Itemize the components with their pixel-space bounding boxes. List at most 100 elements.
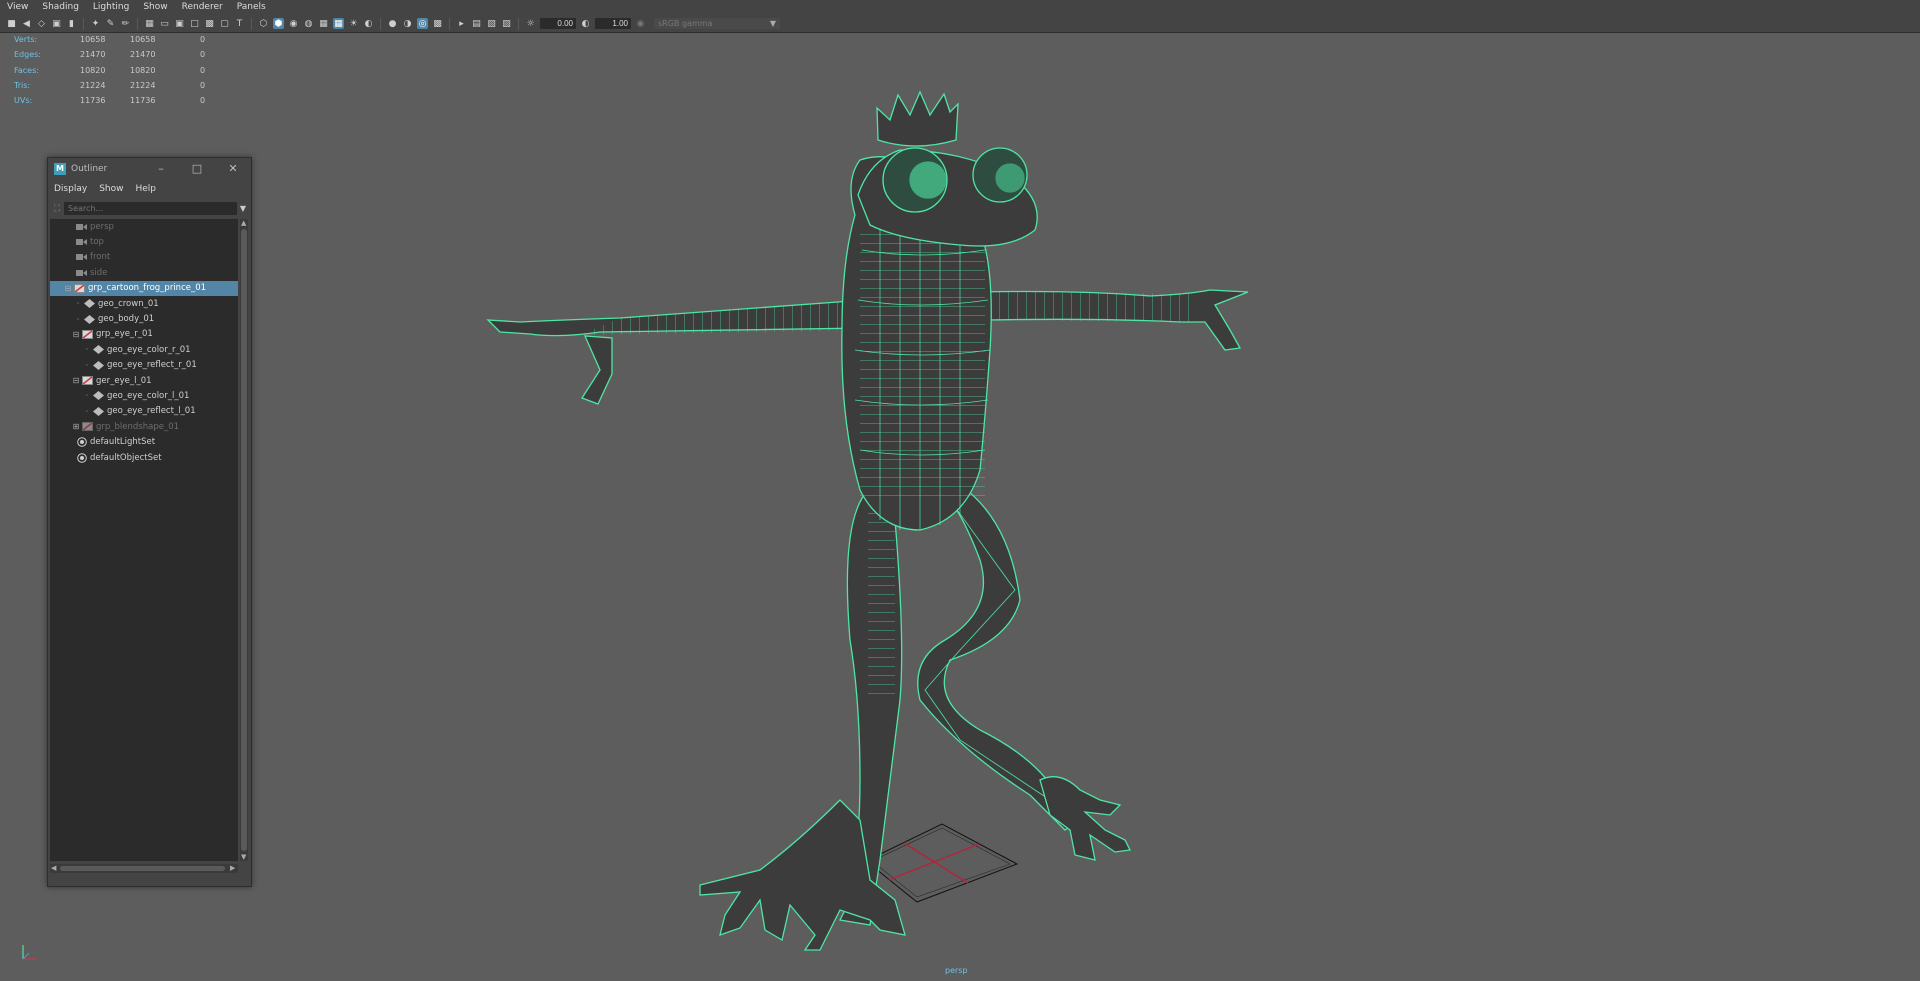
- filter-icon[interactable]: ⛶: [50, 204, 64, 214]
- minimize-icon[interactable]: –: [143, 162, 179, 175]
- gate-mask-icon[interactable]: □: [189, 18, 200, 29]
- outliner-item-grp-eye-r[interactable]: ⊟ grp_eye_r_01: [50, 327, 238, 342]
- collapse-icon[interactable]: ⊟: [72, 376, 80, 385]
- toolbar-divider: [380, 17, 381, 30]
- field-chart-icon[interactable]: ▩: [204, 18, 215, 29]
- gamma-field[interactable]: [595, 18, 631, 29]
- outliner-window: M Outliner – □ ✕ Display Show Help ⛶ ▼ p…: [47, 157, 252, 887]
- camera-icon: [76, 222, 87, 231]
- safe-action-icon[interactable]: ▢: [219, 18, 230, 29]
- outliner-vertical-scrollbar[interactable]: [240, 219, 248, 861]
- hud-row: Faces: 10820 10820 0: [14, 63, 205, 78]
- outliner-item-geo-eye-color-r[interactable]: · geo_eye_color_r_01: [50, 342, 238, 357]
- film-gate-icon[interactable]: ▭: [159, 18, 170, 29]
- hud-label: Edges:: [14, 50, 41, 60]
- xray-joints-icon[interactable]: ▤: [471, 18, 482, 29]
- outliner-tree[interactable]: persp top front side ⊟ grp_cartoon_frog_…: [50, 219, 238, 861]
- outliner-item-geo-body[interactable]: · geo_body_01: [50, 311, 238, 326]
- outliner-item-ger-eye-l[interactable]: ⊟ ger_eye_l_01: [50, 373, 238, 388]
- outliner-item-front[interactable]: front: [50, 250, 238, 265]
- exposure-field[interactable]: [540, 18, 576, 29]
- image-plane-icon[interactable]: ▣: [51, 18, 62, 29]
- outliner-item-geo-eye-reflect-r[interactable]: · geo_eye_reflect_r_01: [50, 358, 238, 373]
- outliner-item-grp-cartoon-frog-prince[interactable]: ⊟ grp_cartoon_frog_prince_01: [50, 280, 238, 296]
- viewport[interactable]: [0, 33, 1920, 981]
- backface-icon[interactable]: ▨: [501, 18, 512, 29]
- outliner-menu-help[interactable]: Help: [129, 184, 162, 194]
- outliner-item-top[interactable]: top: [50, 234, 238, 249]
- bookmarks-icon[interactable]: ◇: [36, 18, 47, 29]
- outliner-item-label: front: [90, 252, 111, 263]
- chevron-down-icon[interactable]: ▼: [237, 204, 249, 213]
- shadows-icon[interactable]: ◐: [363, 18, 374, 29]
- outliner-horizontal-scrollbar[interactable]: [50, 864, 238, 873]
- safe-title-icon[interactable]: T: [234, 18, 245, 29]
- scrollbar-thumb[interactable]: [60, 866, 225, 871]
- isolate-select-icon[interactable]: ▸: [456, 18, 467, 29]
- wireframe-on-shaded-icon[interactable]: ◍: [303, 18, 314, 29]
- close-icon[interactable]: ✕: [215, 162, 251, 175]
- outliner-item-geo-eye-color-l[interactable]: · geo_eye_color_l_01: [50, 388, 238, 403]
- outliner-titlebar[interactable]: M Outliner – □ ✕: [48, 158, 251, 179]
- color-management-icon[interactable]: ◉: [635, 18, 646, 29]
- outliner-search-input[interactable]: [64, 202, 237, 215]
- default-material-icon[interactable]: ◉: [288, 18, 299, 29]
- camera-name-label: persp: [945, 966, 968, 975]
- chevron-down-icon: ▼: [769, 19, 776, 28]
- collapse-icon[interactable]: ⊟: [64, 284, 72, 293]
- menu-panels[interactable]: Panels: [230, 0, 273, 15]
- depth-of-field-icon[interactable]: ▩: [432, 18, 443, 29]
- camera-attributes-icon[interactable]: ◀: [21, 18, 32, 29]
- exposure-icon[interactable]: ☼: [525, 18, 536, 29]
- scroll-right-icon[interactable]: ▶: [230, 864, 235, 872]
- tree-connector-icon: ·: [85, 360, 89, 370]
- outliner-item-grp-blendshape[interactable]: ⊞ grp_blendshape_01: [50, 419, 238, 434]
- motion-blur-icon[interactable]: ◑: [402, 18, 413, 29]
- xray-active-icon[interactable]: ▧: [486, 18, 497, 29]
- menu-renderer[interactable]: Renderer: [175, 0, 230, 15]
- outliner-menu-show[interactable]: Show: [93, 184, 129, 194]
- mesh-icon: [84, 299, 95, 309]
- outliner-item-label: side: [90, 267, 108, 278]
- xray-icon[interactable]: ▦: [333, 18, 344, 29]
- outliner-item-default-light-set[interactable]: defaultLightSet: [50, 434, 238, 449]
- outliner-item-side[interactable]: side: [50, 265, 238, 280]
- smooth-shade-icon[interactable]: ⬢: [273, 18, 284, 29]
- menu-lighting[interactable]: Lighting: [86, 0, 136, 15]
- mesh-icon: [93, 406, 104, 416]
- menu-shading[interactable]: Shading: [35, 0, 86, 15]
- hud-value: 21470: [130, 50, 156, 60]
- gamma-icon[interactable]: ◐: [580, 18, 591, 29]
- pencil-icon[interactable]: ✏: [120, 18, 131, 29]
- collapse-icon[interactable]: ⊟: [72, 330, 80, 339]
- textured-icon[interactable]: ▦: [318, 18, 329, 29]
- tree-connector-icon: ·: [85, 345, 89, 355]
- grid-icon[interactable]: ▦: [144, 18, 155, 29]
- frog-wireframe-model[interactable]: [486, 90, 1249, 951]
- outliner-item-geo-crown[interactable]: · geo_crown_01: [50, 296, 238, 311]
- scroll-left-icon[interactable]: ◀: [51, 864, 56, 872]
- resolution-gate-icon[interactable]: ▣: [174, 18, 185, 29]
- color-space-dropdown[interactable]: sRGB gamma ▼: [654, 18, 780, 29]
- outliner-menu-display[interactable]: Display: [48, 184, 93, 194]
- scrollbar-thumb[interactable]: [241, 229, 247, 851]
- menu-view[interactable]: View: [0, 0, 35, 15]
- select-camera-icon[interactable]: ■: [6, 18, 17, 29]
- bookmark-icon[interactable]: ▮: [66, 18, 77, 29]
- expand-icon[interactable]: ⊞: [72, 422, 80, 431]
- outliner-item-persp[interactable]: persp: [50, 219, 238, 234]
- 2d-pan-zoom-icon[interactable]: ✦: [90, 18, 101, 29]
- grease-pencil-icon[interactable]: ✎: [105, 18, 116, 29]
- maximize-icon[interactable]: □: [179, 162, 215, 175]
- outliner-item-default-object-set[interactable]: defaultObjectSet: [50, 450, 238, 465]
- scroll-down-icon[interactable]: ▼: [241, 853, 246, 861]
- outliner-item-geo-eye-reflect-l[interactable]: · geo_eye_reflect_l_01: [50, 404, 238, 419]
- hud-value: 11736: [80, 96, 106, 106]
- wireframe-icon[interactable]: ⬡: [258, 18, 269, 29]
- anti-aliasing-icon[interactable]: ◎: [417, 18, 428, 29]
- scroll-up-icon[interactable]: ▲: [241, 219, 246, 227]
- lights-icon[interactable]: ☀: [348, 18, 359, 29]
- ambient-occlusion-icon[interactable]: ●: [387, 18, 398, 29]
- menu-show[interactable]: Show: [136, 0, 174, 15]
- toolbar-divider: [449, 17, 450, 30]
